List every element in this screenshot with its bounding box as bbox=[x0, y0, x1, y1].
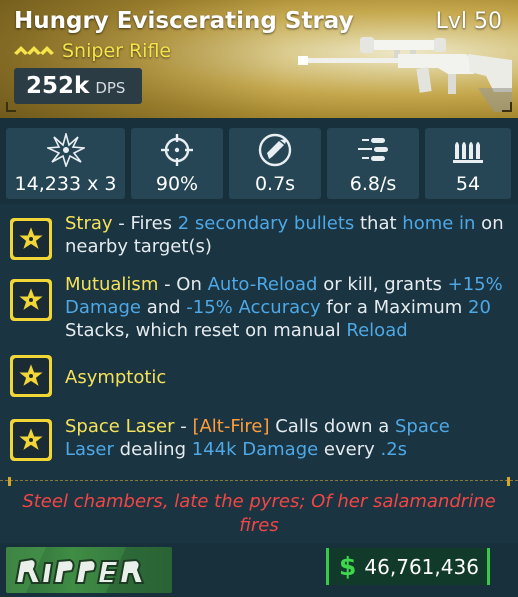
divider-tick bbox=[507, 477, 510, 486]
sniper-rifle-image bbox=[298, 37, 512, 112]
price-value: 46,761,436 bbox=[364, 554, 479, 579]
ripper-logo bbox=[6, 547, 172, 593]
perk-description: Mutualism - On Auto-Reload or kill, gran… bbox=[65, 273, 504, 342]
perk-text-segment: that bbox=[354, 213, 403, 234]
flavor-text: Steel chambers, late the pyres; Of her s… bbox=[22, 491, 496, 536]
stat-value: 0.7s bbox=[254, 173, 296, 195]
perk-keyword: Auto-Reload bbox=[207, 274, 318, 295]
perk-keyword: home in bbox=[402, 213, 476, 234]
perk-keyword: -15% Accuracy bbox=[186, 297, 321, 318]
perk-keyword: 144k Damage bbox=[191, 439, 319, 460]
perk-description: Stray - Fires 2 secondary bullets that h… bbox=[65, 212, 504, 258]
perk-text-segment: - On bbox=[158, 274, 208, 295]
perk-text-segment: Stacks, which reset on manual bbox=[65, 320, 347, 341]
perk-description: Asymptotic bbox=[65, 366, 504, 389]
stat-reload: 0.7s bbox=[229, 128, 321, 199]
fire-rate-icon bbox=[358, 138, 388, 161]
corner-bracket-icon bbox=[6, 102, 16, 112]
dollar-icon: $ bbox=[339, 552, 357, 581]
star-perk-icon bbox=[10, 355, 52, 397]
dps-value: 252k bbox=[26, 73, 90, 99]
perk-name: Mutualism bbox=[65, 274, 159, 295]
stat-fire-rate: 6.8/s bbox=[327, 128, 419, 199]
item-footer: $ 46,761,436 bbox=[0, 543, 518, 597]
stat-value: 54 bbox=[455, 173, 481, 195]
perk-text-segment: - Fires bbox=[112, 213, 178, 234]
perk-text-segment: dealing bbox=[113, 439, 192, 460]
star-perk-icon bbox=[10, 279, 52, 321]
stats-row: 14,233 x 3 90% 0.7s 6.8/s 54 bbox=[0, 118, 518, 204]
stat-value: 90% bbox=[155, 173, 199, 195]
legendary-chevrons-icon bbox=[14, 46, 54, 55]
weapon-type: Sniper Rifle bbox=[62, 40, 172, 62]
perk-keyword: 20 bbox=[468, 297, 491, 318]
stat-accuracy: 90% bbox=[131, 128, 223, 199]
perk-keyword: Reload bbox=[346, 320, 408, 341]
item-header: Hungry Eviscerating Stray Lvl 50 Sniper … bbox=[0, 0, 518, 118]
perk-keyword: .2s bbox=[380, 439, 408, 460]
perk-text-segment: - bbox=[174, 416, 193, 437]
crosshair-icon bbox=[161, 134, 193, 166]
dps-label: DPS bbox=[95, 79, 126, 97]
price-box: $ 46,761,436 bbox=[326, 548, 490, 585]
star-perk-icon bbox=[10, 419, 52, 461]
item-card: Hungry Eviscerating Stray Lvl 50 Sniper … bbox=[0, 0, 518, 597]
perk-keyword: [Alt-Fire] bbox=[192, 416, 270, 437]
star-perk-icon bbox=[10, 218, 52, 260]
perk-text-segment: every bbox=[318, 439, 381, 460]
item-level: Lvl 50 bbox=[435, 9, 502, 34]
magazine-icon bbox=[453, 142, 483, 163]
reload-icon bbox=[258, 133, 292, 167]
damage-burst-icon bbox=[46, 133, 85, 167]
perk-name: Asymptotic bbox=[65, 367, 167, 388]
perk-name: Stray bbox=[65, 213, 113, 234]
perk-text-segment: or kill, grants bbox=[317, 274, 448, 295]
perk-name: Space Laser bbox=[65, 416, 175, 437]
item-name: Hungry Eviscerating Stray bbox=[14, 8, 354, 34]
stat-value: 6.8/s bbox=[349, 173, 397, 195]
perk-description: Space Laser - [Alt-Fire] Calls down a Sp… bbox=[65, 415, 504, 461]
perk-keyword: 2 secondary bullets bbox=[177, 213, 355, 234]
perk-text-segment: and bbox=[140, 297, 187, 318]
divider bbox=[0, 480, 518, 483]
stat-value: 14,233 x 3 bbox=[14, 173, 117, 195]
dps-badge: 252k DPS bbox=[14, 68, 142, 104]
corner-bracket-icon bbox=[502, 102, 512, 112]
perk-text-segment: for a Maximum bbox=[320, 297, 469, 318]
divider-tick bbox=[8, 477, 11, 486]
stat-magazine: 54 bbox=[425, 128, 511, 199]
stat-damage: 14,233 x 3 bbox=[6, 128, 125, 199]
perk-text-segment: Calls down a bbox=[269, 416, 395, 437]
